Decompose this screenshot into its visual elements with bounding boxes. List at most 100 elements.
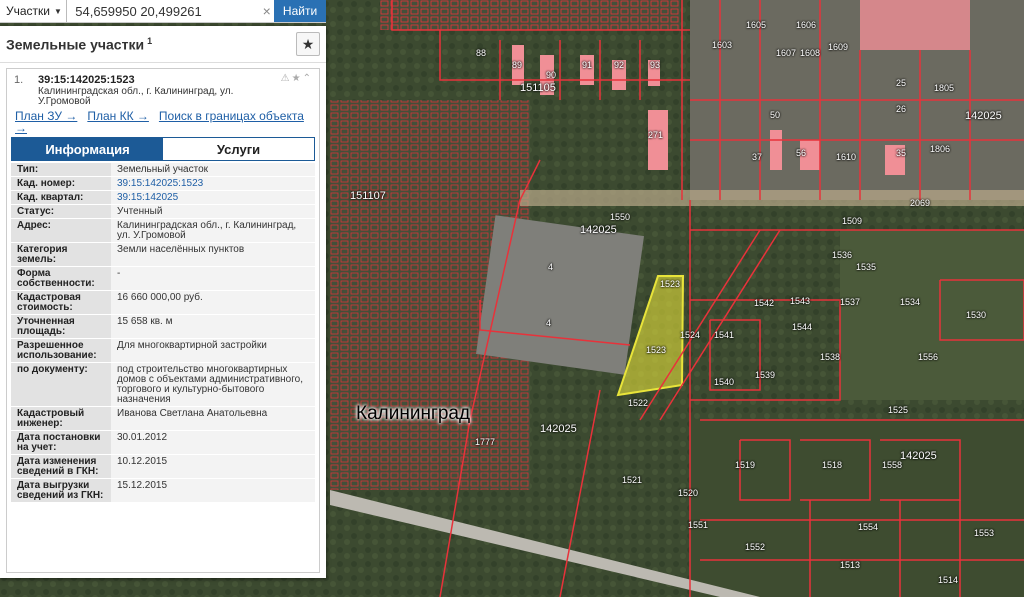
parcel-label[interactable]: 1514 [938, 575, 958, 585]
parcel-label[interactable]: 1556 [918, 352, 938, 362]
parcel-label[interactable]: 56 [796, 148, 806, 158]
parcel-label[interactable]: 1540 [714, 377, 734, 387]
parcel-label[interactable]: 93 [650, 60, 660, 70]
parcel-label[interactable]: 1553 [974, 528, 994, 538]
parcel-label[interactable]: 1610 [836, 152, 856, 162]
parcel-label[interactable]: 1536 [832, 250, 852, 260]
parcel-label[interactable]: 1522 [628, 398, 648, 408]
info-key: Дата выгрузки сведений из ГКН: [11, 479, 111, 502]
parcel-label[interactable]: 1537 [840, 297, 860, 307]
info-row: Уточненная площадь: 15 658 кв. м [11, 315, 315, 339]
parcel-label[interactable]: 1530 [966, 310, 986, 320]
parcel-label[interactable]: 1524 [680, 330, 700, 340]
info-value: 16 660 000,00 руб. [111, 291, 315, 314]
parcel-label[interactable]: 1552 [745, 542, 765, 552]
chevron-up-icon[interactable]: ⌃ [303, 73, 313, 84]
info-row: Кадастровый инженер: Иванова Светлана Ана… [11, 407, 315, 431]
info-value: Иванова Светлана Анатольевна [111, 407, 315, 430]
parcel-label[interactable]: 1520 [678, 488, 698, 498]
parcel-label[interactable]: 1609 [828, 42, 848, 52]
info-value: 10.12.2015 [111, 455, 315, 478]
quarter-label: 151107 [350, 190, 386, 202]
cadastral-number-link[interactable]: 39:15:142025:1523 [111, 177, 315, 190]
parcel-label[interactable]: 1603 [712, 40, 732, 50]
parcel-label[interactable]: 1607 [776, 48, 796, 58]
clear-icon[interactable]: × [259, 0, 274, 22]
parcel-label[interactable]: 50 [770, 110, 780, 120]
search-bar: Участки ▼ × Найти [0, 0, 326, 23]
parcel-label[interactable]: 1513 [840, 560, 860, 570]
parcel-label[interactable]: 1608 [800, 48, 820, 58]
parcel-label[interactable]: 1539 [755, 370, 775, 380]
star-icon: ★ [301, 35, 315, 52]
parcel-label[interactable]: 1777 [475, 437, 495, 447]
result-actions[interactable]: ⚠★⌃ [281, 73, 313, 84]
parcel-label[interactable]: 1509 [842, 216, 862, 226]
search-type-select[interactable]: Участки ▼ [0, 0, 68, 22]
parcel-label[interactable]: 35 [896, 148, 906, 158]
parcel-label[interactable]: 1550 [610, 212, 630, 222]
warning-icon[interactable]: ⚠ [281, 73, 292, 84]
parcel-label[interactable]: 1523 [660, 279, 680, 289]
parcel-label[interactable]: 4 [548, 262, 553, 272]
cadastral-quarter-link[interactable]: 39:15:142025 [111, 191, 315, 204]
parcel-label[interactable]: 90 [546, 70, 556, 80]
parcel-label[interactable]: 1554 [858, 522, 878, 532]
result-address: Калининградская обл., г. Калининград, ул… [38, 86, 234, 107]
parcel-label[interactable]: 26 [896, 104, 906, 114]
parcel-label[interactable]: 1519 [735, 460, 755, 470]
parcel-label[interactable]: 1544 [792, 322, 812, 332]
parcel-label[interactable]: 1525 [888, 405, 908, 415]
info-row: Дата выгрузки сведений из ГКН: 15.12.2015 [11, 479, 315, 503]
info-value: - [111, 267, 315, 290]
parcel-label[interactable]: 1543 [790, 296, 810, 306]
city-label: Калининград [356, 403, 471, 424]
result-card: 1. 39:15:142025:1523 Калининградская обл… [6, 68, 320, 573]
parcel-label[interactable]: 1542 [754, 298, 774, 308]
result-number: 1. [14, 74, 24, 86]
parcel-label[interactable]: 37 [752, 152, 762, 162]
info-row: Категория земель: Земли населённых пункто… [11, 243, 315, 267]
info-key: Дата изменения сведений в ГКН: [11, 455, 111, 478]
info-row: Статус: Учтенный [11, 205, 315, 219]
info-value: Калининградская обл., г. Калининград, ул… [111, 219, 315, 242]
parcel-label[interactable]: 2069 [910, 198, 930, 208]
caret-down-icon: ▼ [54, 6, 62, 16]
info-key: Тип: [11, 163, 111, 176]
parcel-label[interactable]: 1606 [796, 20, 816, 30]
tab-info[interactable]: Информация [12, 138, 163, 160]
info-row: Кад. квартал: 39:15:142025 [11, 191, 315, 205]
parcel-label[interactable]: 88 [476, 48, 486, 58]
parcel-label[interactable]: 1605 [746, 20, 766, 30]
search-input[interactable] [67, 0, 260, 22]
parcel-label[interactable]: 92 [614, 60, 624, 70]
parcel-label[interactable]: 1518 [822, 460, 842, 470]
info-row: Дата постановки на учет: 30.01.2012 [11, 431, 315, 455]
parcel-label[interactable]: 1806 [930, 144, 950, 154]
parcel-label[interactable]: 1523 [646, 345, 666, 355]
parcel-label[interactable]: 1538 [820, 352, 840, 362]
parcel-label[interactable]: 1558 [882, 460, 902, 470]
tab-services[interactable]: Услуги [163, 138, 314, 160]
star-icon[interactable]: ★ [292, 73, 303, 84]
parcel-label[interactable]: 1805 [934, 83, 954, 93]
info-value: под строительство многоквартирных домов … [111, 363, 315, 406]
quarter-label: 142025 [900, 450, 937, 462]
info-row: Тип: Земельный участок [11, 163, 315, 177]
quarter-label: 142025 [965, 110, 1002, 122]
parcel-label[interactable]: 1541 [714, 330, 734, 340]
parcel-label[interactable]: 1535 [856, 262, 876, 272]
result-header[interactable]: 1. 39:15:142025:1523 Калининградская обл… [7, 69, 319, 107]
parcel-label[interactable]: 25 [896, 78, 906, 88]
plan-kk-link[interactable]: План КК → [87, 109, 149, 123]
parcel-label[interactable]: 1551 [688, 520, 708, 530]
result-cadastral-id[interactable]: 39:15:142025:1523 [38, 74, 135, 86]
parcel-label[interactable]: 1534 [900, 297, 920, 307]
parcel-label[interactable]: 89 [512, 60, 522, 70]
parcel-label[interactable]: 271 [648, 130, 663, 140]
parcel-label[interactable]: 91 [582, 60, 592, 70]
favorite-button[interactable]: ★ [296, 32, 320, 56]
search-button[interactable]: Найти [274, 0, 326, 22]
parcel-label[interactable]: 4 [546, 318, 551, 328]
parcel-label[interactable]: 1521 [622, 475, 642, 485]
